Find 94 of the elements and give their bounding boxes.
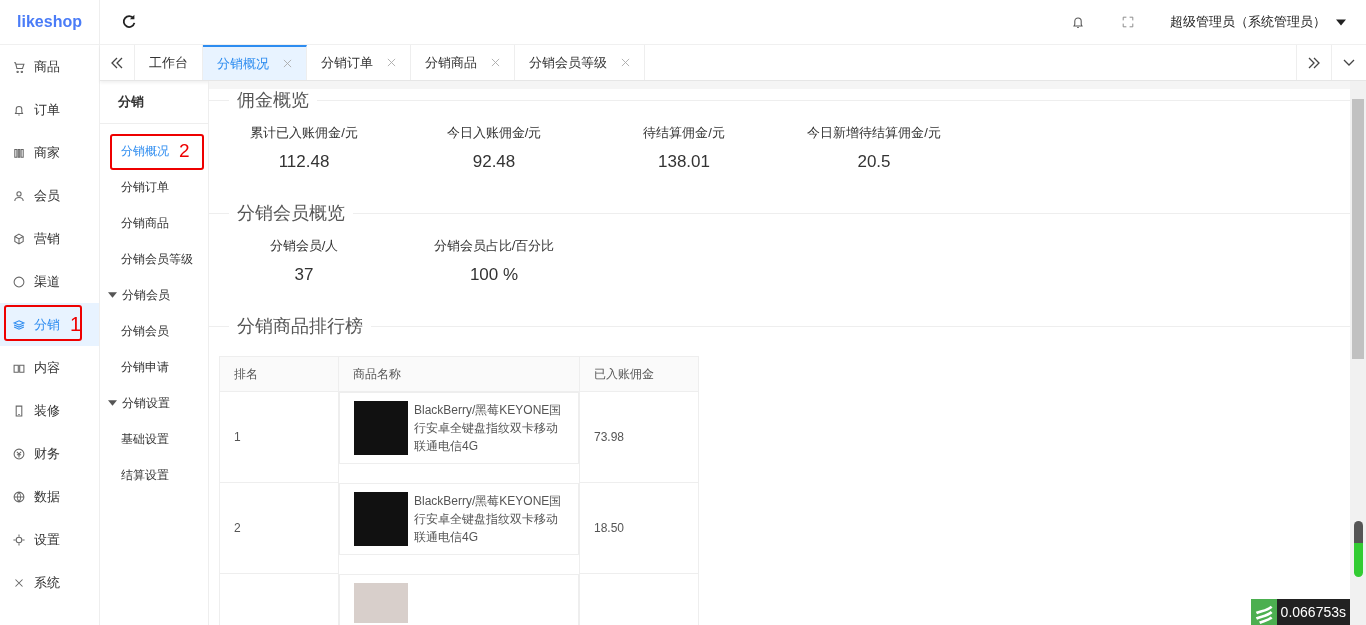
stat-label: 分销会员/人 [269,237,339,255]
stat-value: 112.48 [278,152,330,172]
sidebar-item[interactable]: 商家 [0,131,99,174]
sidebar-label: 财务 [34,444,60,463]
page-tab[interactable]: 分销商品 [411,45,515,80]
column-header: 商品名称 [338,356,580,392]
close-icon[interactable] [387,58,396,67]
close-icon[interactable] [283,59,292,68]
sidebar-item[interactable]: 会员 [0,174,99,217]
menu-icon [12,532,26,547]
logo: likeshop [0,0,99,45]
close-icon[interactable] [491,58,500,67]
sidebar-item[interactable]: 系统 [0,561,99,604]
annotation-number: 1 [70,313,82,336]
menu-icon [12,317,26,332]
submenu-item[interactable]: 基础设置 [121,430,169,448]
sidebar-label: 设置 [34,530,60,549]
submenu-item[interactable]: 结算设置 [121,466,169,484]
table-cell: 1 [219,391,339,483]
submenu-title: 分销 [100,81,208,124]
submenu-item[interactable]: 分销商品 [121,214,169,232]
sidebar-label: 内容 [34,358,60,377]
menu-icon [12,489,26,504]
sidebar-item[interactable]: 分销 1 [0,303,99,346]
product-name: BlackBerry/黑莓KEYONE国行安卓全键盘指纹双卡移动联通电信4G [414,402,563,455]
submenu-item[interactable]: 分销会员等级 [121,250,193,268]
column-header: 排名 [219,356,339,392]
product-photo-placeholder [354,401,408,455]
close-icon[interactable] [621,58,630,67]
sidebar-item[interactable]: 订单 [0,88,99,131]
submenu-group[interactable]: 分销设置 [100,385,208,421]
stat-label: 今日入账佣金/元 [446,124,542,142]
product-photo-placeholder [354,582,408,623]
sidebar-item[interactable]: 内容 [0,346,99,389]
sidebar-item[interactable]: 设置 [0,518,99,561]
sidebar-label: 数据 [34,487,60,506]
bell-icon[interactable] [1070,14,1086,30]
stat-value: 20.5 [857,152,891,172]
sidebar-item[interactable]: 装修 [0,389,99,432]
table-cell: 2 [219,482,339,574]
sidebar-label: 装修 [34,401,60,420]
caret-icon[interactable] [1336,18,1346,26]
sidebar-label: 分销 [34,315,60,334]
menu-icon [12,59,26,74]
sidebar-item[interactable]: 商品 [0,45,99,88]
submenu-item[interactable]: 分销会员 [121,322,169,340]
refresh-icon[interactable] [120,13,138,31]
sidebar-item[interactable]: 数据 [0,475,99,518]
submenu-item[interactable]: 分销订单 [121,178,169,196]
product-photo-placeholder [354,491,408,546]
user-menu[interactable]: 超级管理员（系统管理员） [1170,13,1326,31]
triangle-icon [108,292,117,298]
sidebar-label: 会员 [34,186,60,205]
sidebar-label: 商品 [34,57,60,76]
submenu-item[interactable]: 分销概况 [121,142,169,160]
debug-badge[interactable]: 0.066753s [1250,599,1350,625]
sidebar-label: 系统 [34,573,60,592]
menu-icon [12,188,26,203]
page-tab[interactable]: 分销会员等级 [515,45,645,80]
stat-label: 待结算佣金/元 [643,124,725,142]
annotation-number: 2 [179,140,190,162]
stat-label: 今日新增待结算佣金/元 [807,124,941,142]
page-tab[interactable]: 分销订单 [307,45,411,80]
stat-label: 累计已入账佣金/元 [250,124,358,142]
table-cell: 73.98 [579,391,699,483]
scrollbar[interactable] [1350,81,1366,625]
stat-value: 100 % [469,265,519,285]
sidebar-item[interactable]: 渠道 [0,260,99,303]
stat-value: 138.01 [658,152,710,172]
menu-icon [12,274,26,289]
submenu-item[interactable]: 分销申请 [121,358,169,376]
submenu-group[interactable]: 分销会员 [100,277,208,313]
stat-label: 分销会员占比/百分比 [433,237,555,255]
menu-icon [12,446,26,461]
table-cell: 18.50 [579,482,699,574]
double-chevron-right-icon [1307,55,1321,70]
menu-icon [12,231,26,246]
column-header: 已入账佣金 [579,356,699,392]
sidebar-item[interactable]: 财务 [0,432,99,475]
section-title: 分销会员概览 [236,202,346,225]
double-chevron-left-icon [110,55,124,70]
fullscreen-icon[interactable] [1120,14,1136,30]
product-name: BlackBerry/黑莓KEYONE国行安卓全键盘指纹双卡移动联通电信4G [414,492,563,546]
meter-widget [1354,521,1363,577]
sidebar-label: 订单 [34,100,60,119]
triangle-icon [108,400,117,406]
section-title: 佣金概览 [236,89,310,112]
section-title: 分销商品排行榜 [236,315,364,338]
sidebar-label: 商家 [34,143,60,162]
stat-value: 37 [294,265,314,285]
sidebar-label: 渠道 [34,272,60,291]
sidebar-label: 营销 [34,229,60,248]
stat-value: 92.48 [472,152,516,172]
sidebar-item[interactable]: 营销 [0,217,99,260]
